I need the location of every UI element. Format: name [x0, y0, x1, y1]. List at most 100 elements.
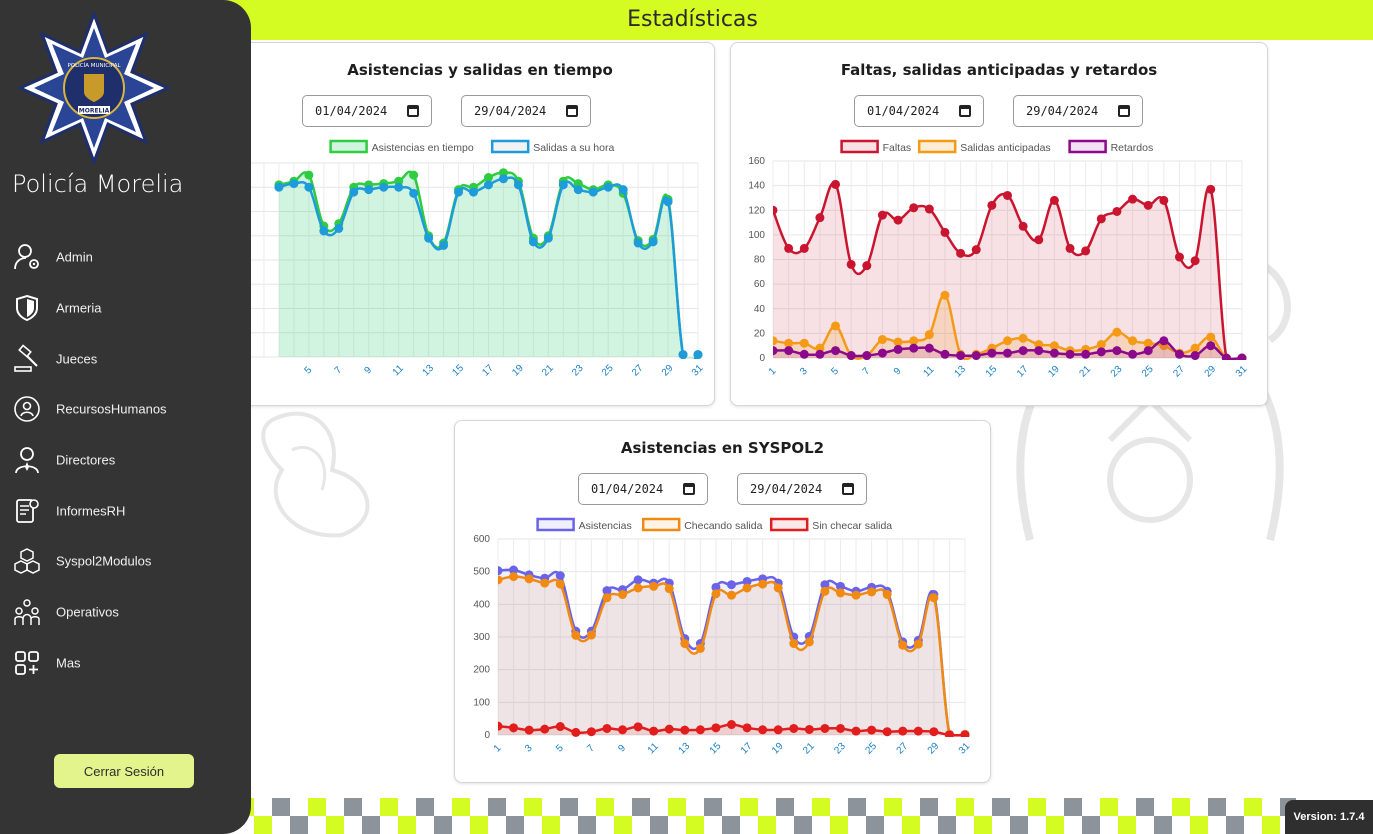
legend-item[interactable]: Faltas [840, 139, 912, 154]
data-point[interactable] [1206, 341, 1216, 351]
data-point[interactable] [555, 571, 565, 581]
data-point[interactable] [586, 727, 596, 737]
data-point[interactable] [663, 197, 673, 207]
data-point[interactable] [555, 722, 565, 732]
data-point[interactable] [1221, 353, 1231, 363]
data-point[interactable] [1081, 349, 1091, 359]
data-point[interactable] [815, 213, 825, 223]
data-point[interactable] [289, 179, 299, 189]
data-point[interactable] [1190, 351, 1200, 360]
data-point[interactable] [971, 245, 981, 255]
sidebar-item-informesrh[interactable]: InformesRH [0, 485, 251, 536]
data-point[interactable] [804, 724, 814, 734]
data-point[interactable] [1018, 333, 1028, 343]
data-point[interactable] [929, 727, 939, 737]
data-point[interactable] [1206, 184, 1216, 194]
legend-item[interactable]: Asistencias en tiempo [329, 139, 474, 154]
data-point[interactable] [349, 187, 359, 197]
data-point[interactable] [862, 351, 872, 360]
data-point[interactable] [820, 723, 830, 733]
data-point[interactable] [799, 338, 809, 348]
data-point[interactable] [1049, 348, 1059, 358]
data-point[interactable] [1003, 336, 1012, 346]
data-point[interactable] [773, 725, 783, 735]
legend-item[interactable]: Asistencias [536, 517, 632, 532]
data-point[interactable] [877, 348, 887, 358]
data-point[interactable] [588, 187, 598, 197]
data-point[interactable] [789, 723, 799, 733]
data-point[interactable] [571, 727, 581, 737]
data-point[interactable] [956, 248, 966, 258]
data-point[interactable] [893, 215, 903, 225]
data-point[interactable] [909, 203, 919, 213]
data-point[interactable] [1128, 336, 1138, 346]
data-point[interactable] [846, 259, 856, 269]
data-point[interactable] [1174, 349, 1184, 359]
data-point[interactable] [1003, 348, 1012, 358]
data-point[interactable] [987, 200, 997, 210]
data-point[interactable] [633, 722, 643, 732]
data-point[interactable] [831, 321, 841, 331]
data-point[interactable] [1018, 346, 1028, 356]
sidebar-item-mas[interactable]: Mas [0, 638, 251, 689]
data-point[interactable] [789, 639, 799, 649]
data-point[interactable] [494, 566, 503, 576]
data-point[interactable] [695, 643, 705, 653]
data-point[interactable] [882, 727, 892, 737]
data-point[interactable] [758, 725, 768, 735]
data-point[interactable] [618, 185, 628, 195]
sidebar-item-admin[interactable]: Admin [0, 232, 251, 283]
data-point[interactable] [603, 182, 613, 192]
data-point[interactable] [784, 243, 794, 253]
data-point[interactable] [543, 233, 553, 243]
data-point[interactable] [956, 351, 966, 360]
data-point[interactable] [831, 346, 841, 356]
data-point[interactable] [680, 725, 690, 735]
data-point[interactable] [524, 725, 534, 735]
data-point[interactable] [454, 187, 464, 197]
data-point[interactable] [1159, 336, 1169, 346]
data-point[interactable] [1096, 214, 1106, 224]
data-point[interactable] [409, 188, 419, 198]
data-point[interactable] [913, 639, 923, 649]
data-point[interactable] [586, 630, 596, 640]
data-point[interactable] [693, 350, 703, 359]
data-point[interactable] [304, 182, 314, 192]
data-point[interactable] [924, 204, 934, 214]
data-point[interactable] [924, 330, 934, 340]
data-point[interactable] [940, 290, 950, 300]
data-point[interactable] [618, 725, 628, 735]
data-point[interactable] [867, 725, 877, 735]
sidebar-item-operativos[interactable]: Operativos [0, 587, 251, 638]
sidebar-item-directores[interactable]: Directores [0, 435, 251, 486]
data-point[interactable] [711, 589, 721, 599]
data-point[interactable] [439, 240, 449, 250]
data-point[interactable] [633, 583, 643, 593]
data-point[interactable] [664, 724, 674, 734]
data-point[interactable] [633, 238, 643, 248]
data-point[interactable] [835, 588, 845, 598]
data-point[interactable] [364, 185, 374, 195]
data-point[interactable] [1143, 346, 1153, 356]
data-point[interactable] [1206, 332, 1216, 342]
data-point[interactable] [711, 723, 721, 733]
data-point[interactable] [784, 346, 794, 356]
data-point[interactable] [769, 336, 778, 346]
data-point[interactable] [882, 590, 892, 600]
data-point[interactable] [469, 187, 478, 197]
legend-item[interactable]: Checando salida [641, 517, 763, 532]
data-point[interactable] [815, 349, 825, 359]
data-point[interactable] [1112, 327, 1122, 337]
data-point[interactable] [773, 583, 783, 593]
data-point[interactable] [742, 583, 752, 593]
data-point[interactable] [1034, 235, 1044, 245]
data-point[interactable] [804, 637, 814, 647]
data-point[interactable] [877, 335, 887, 345]
data-point[interactable] [940, 227, 950, 237]
data-point[interactable] [898, 726, 908, 736]
data-point[interactable] [494, 575, 503, 585]
data-point[interactable] [1112, 346, 1122, 356]
data-point[interactable] [394, 182, 404, 192]
data-point[interactable] [678, 350, 688, 359]
logout-button[interactable]: Cerrar Sesión [54, 754, 194, 788]
